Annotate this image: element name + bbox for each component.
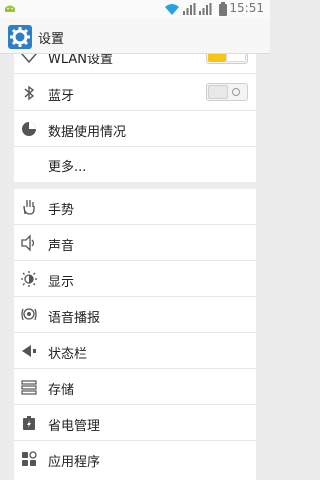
more-item[interactable]: 更多... bbox=[14, 146, 256, 182]
bluetooth-toggle[interactable] bbox=[206, 83, 248, 101]
storage-icon bbox=[21, 380, 37, 395]
brightness-icon bbox=[21, 271, 37, 287]
bluetooth-item[interactable]: 蓝牙 bbox=[14, 75, 256, 111]
data-usage-label: 数据使用情况 bbox=[48, 125, 127, 140]
display-label: 显示 bbox=[48, 275, 75, 290]
status-bar-item[interactable]: 状态栏 bbox=[14, 333, 256, 369]
page-title: 设置 bbox=[38, 32, 65, 47]
gesture-label: 手势 bbox=[48, 203, 75, 218]
storage-label: 存储 bbox=[48, 383, 75, 398]
storage-item[interactable]: 存储 bbox=[14, 369, 256, 405]
more-label: 更多... bbox=[48, 160, 87, 175]
signal-icon bbox=[183, 3, 196, 15]
voice-broadcast-icon bbox=[21, 308, 37, 321]
sound-label: 声音 bbox=[48, 239, 75, 254]
apps-label: 应用程序 bbox=[48, 455, 101, 470]
power-saving-item[interactable]: 省电管理 bbox=[14, 405, 256, 441]
status-bar-icon bbox=[22, 345, 36, 357]
signal-icon bbox=[199, 3, 212, 15]
status-bar-label: 状态栏 bbox=[48, 347, 88, 362]
android-icon bbox=[5, 5, 15, 12]
status-bar: 15:51 bbox=[0, 0, 270, 18]
voice-broadcast-item[interactable]: 语音播报 bbox=[14, 297, 256, 333]
status-time: 15:51 bbox=[229, 1, 264, 15]
data-usage-icon bbox=[22, 122, 36, 136]
sound-icon bbox=[21, 234, 35, 252]
app-bar: 设置 bbox=[0, 18, 270, 54]
settings-gear-icon bbox=[8, 25, 32, 49]
battery-icon bbox=[219, 2, 227, 16]
voice-broadcast-label: 语音播报 bbox=[48, 311, 101, 326]
gesture-item[interactable]: 手势 bbox=[14, 189, 256, 225]
power-saving-label: 省电管理 bbox=[48, 419, 101, 434]
battery-saver-icon bbox=[23, 416, 35, 430]
connectivity-section: WLAN设置 蓝牙 数据使用情况 更多... bbox=[14, 36, 256, 182]
apps-icon bbox=[22, 451, 37, 466]
display-item[interactable]: 显示 bbox=[14, 261, 256, 297]
apps-item[interactable]: 应用程序 bbox=[14, 441, 256, 477]
bluetooth-label: 蓝牙 bbox=[48, 89, 75, 104]
wifi-icon bbox=[165, 4, 179, 15]
device-section: 手势 声音 显示 语音播报 状态栏 存储 省电管理 应用程序 bbox=[14, 189, 256, 480]
data-usage-item[interactable]: 数据使用情况 bbox=[14, 111, 256, 147]
bluetooth-icon bbox=[24, 85, 35, 101]
sound-item[interactable]: 声音 bbox=[14, 225, 256, 261]
gesture-hand-icon bbox=[23, 200, 35, 215]
